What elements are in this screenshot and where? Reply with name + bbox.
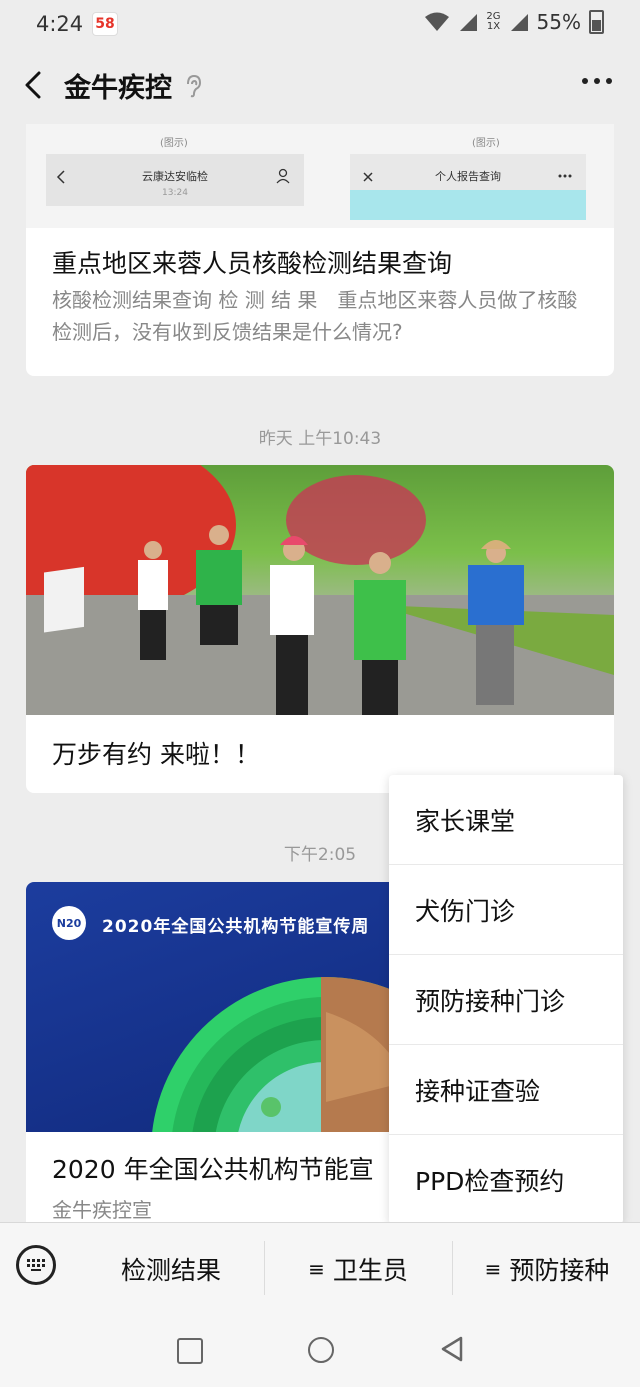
menu-vaccination[interactable]: ≡ 预防接种 <box>454 1223 640 1315</box>
hamburger-icon: ≡ <box>308 1257 325 1281</box>
menu-label: 预防接种 <box>509 1256 610 1285</box>
image-heading: 2020年全国公共机构节能宣传周 <box>102 917 370 937</box>
thumb-time: 13:24 <box>162 188 188 198</box>
dot-icon <box>594 78 600 84</box>
screenshot-thumb: 个人报告查询 <box>350 154 586 220</box>
thumb-title: 云康达安临检 <box>142 170 208 183</box>
article-title: 万步有约 来啦！！ <box>52 740 260 769</box>
article-card-walking[interactable]: 万步有约 来啦！！ <box>26 465 614 793</box>
article-title: 重点地区来蓉人员核酸检测结果查询 <box>52 249 453 278</box>
thumb-banner <box>350 190 586 220</box>
page-title: 金牛疾控 <box>64 73 172 104</box>
menu-label: 检测结果 <box>120 1256 221 1285</box>
submenu-item-parent-class[interactable]: 家长课堂 <box>389 775 623 865</box>
signal-icon <box>460 14 478 31</box>
back-button[interactable] <box>18 70 48 100</box>
menu-test-results[interactable]: 检测结果 <box>80 1223 262 1315</box>
article-summary: 核酸检测结果查询 检 测 结 果 重点地区来蓉人员做了核酸检测后，没有收到反馈结… <box>52 288 578 344</box>
ear-icon <box>187 74 202 98</box>
battery-icon <box>589 10 604 34</box>
submenu-item-dog-bite-clinic[interactable]: 犬伤门诊 <box>389 865 623 955</box>
menu-label: 卫生员 <box>332 1256 408 1285</box>
image-caption: (图示) <box>472 138 500 149</box>
recent-apps-button[interactable] <box>177 1338 203 1364</box>
status-time: 4:24 <box>36 12 84 36</box>
walking-people-photo <box>26 465 614 715</box>
keyboard-icon <box>27 1259 45 1271</box>
app-58-icon: 58 <box>92 12 118 36</box>
article-card-covid-test[interactable]: (图示) (图示) 云康达安临检 13:24 个人报告查询 重点地区来蓉人员核酸… <box>26 124 614 376</box>
submenu-item-vaccination-clinic[interactable]: 预防接种门诊 <box>389 955 623 1045</box>
more-icon <box>558 174 572 178</box>
energy-week-logo: N20 <box>52 906 86 940</box>
article-title: 2020 年全国公共机构节能宣 <box>52 1155 374 1184</box>
status-icons: 2G 1X 55% <box>424 10 604 34</box>
battery-percent: 55% <box>536 10 581 34</box>
network-type: 2G 1X <box>486 11 501 32</box>
menu-divider <box>264 1241 265 1295</box>
dot-icon <box>582 78 588 84</box>
submenu-item-vaccine-cert-check[interactable]: 接种证查验 <box>389 1045 623 1135</box>
status-bar: 4:24 58 2G 1X 55% <box>0 0 640 48</box>
back-arrow-icon <box>25 71 41 99</box>
submenu-item-ppd-booking[interactable]: PPD检查预约 <box>389 1135 623 1224</box>
more-options-button[interactable] <box>582 78 612 84</box>
home-button[interactable] <box>308 1337 334 1363</box>
image-caption: (图示) <box>160 138 188 149</box>
article-source: 金牛疾控宣 <box>52 1198 152 1222</box>
menu-divider <box>452 1241 453 1295</box>
article-cover-image <box>26 465 614 715</box>
menu-health-worker[interactable]: ≡ 卫生员 <box>266 1223 450 1315</box>
nav-bar: 金牛疾控 <box>0 48 640 124</box>
article-cover-image: (图示) (图示) 云康达安临检 13:24 个人报告查询 <box>26 124 614 228</box>
thumb-title: 个人报告查询 <box>435 170 501 183</box>
signal-icon-2 <box>510 14 528 31</box>
official-account-menu: 检测结果 ≡ 卫生员 ≡ 预防接种 <box>0 1222 640 1315</box>
wifi-icon <box>425 12 450 31</box>
message-timestamp: 昨天 上午10:43 <box>258 429 382 449</box>
hamburger-icon: ≡ <box>484 1257 502 1281</box>
user-icon <box>276 168 290 184</box>
dot-icon <box>606 78 612 84</box>
system-back-button[interactable] <box>440 1336 464 1362</box>
submenu-popup: 家长课堂 犬伤门诊 预防接种门诊 接种证查验 PPD检查预约 <box>389 775 623 1224</box>
screenshot-thumb: 云康达安临检 13:24 <box>46 154 304 206</box>
keyboard-toggle-button[interactable] <box>16 1245 56 1285</box>
system-nav-bar <box>0 1314 640 1387</box>
